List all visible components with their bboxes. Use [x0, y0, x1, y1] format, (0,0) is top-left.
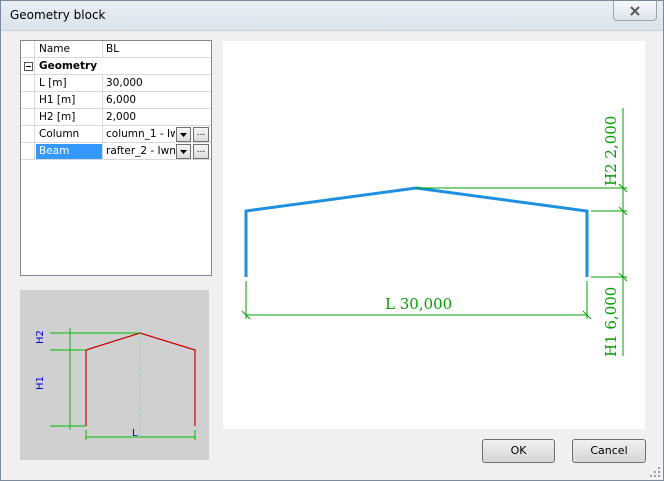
window-title: Geometry block: [10, 8, 106, 22]
prop-row-l[interactable]: L [m] 30,000: [21, 75, 211, 92]
prop-label-l: L [m]: [36, 75, 103, 91]
frame-drawing: L 30,000 H2 2,000 H1 6,000: [241, 108, 628, 357]
close-icon: [630, 5, 640, 16]
row-gutter: [21, 109, 35, 126]
chevron-down-icon: [180, 132, 187, 137]
prop-value-h2[interactable]: 2,000: [103, 109, 211, 125]
cancel-button[interactable]: Cancel: [572, 439, 646, 463]
dimension-label-l: L 30,000: [385, 295, 452, 313]
geometry-block-dialog: Geometry block Name BL Geometry L [m] 30…: [0, 0, 664, 481]
column-browse-button[interactable]: ...: [193, 127, 209, 142]
prop-value-beam[interactable]: rafter_2 - Iwn (: [103, 143, 175, 159]
prop-label-h1: H1 [m]: [36, 92, 103, 108]
preview-label-h1: H1: [35, 376, 46, 390]
row-gutter: [21, 126, 35, 143]
preview-label-h2: H2: [35, 330, 46, 344]
prop-value-name[interactable]: BL: [103, 41, 211, 57]
prop-row-column[interactable]: Column column_1 - Iwr ...: [21, 126, 211, 143]
prop-value-column[interactable]: column_1 - Iwr: [103, 126, 175, 142]
preview-diagram: H2 H1 L: [35, 328, 196, 440]
prop-value-l[interactable]: 30,000: [103, 75, 211, 91]
title-bar: Geometry block: [1, 1, 663, 31]
column-dropdown-button[interactable]: [176, 127, 191, 142]
prop-label-beam: Beam: [36, 143, 103, 159]
property-grid: Name BL Geometry L [m] 30,000 H1 [m] 6,0…: [20, 40, 212, 276]
geometry-preview: H2 H1 L: [20, 290, 209, 460]
dimension-label-h2: H2 2,000: [602, 116, 620, 186]
prop-category-geometry: Geometry: [39, 60, 98, 72]
resize-grip-icon[interactable]: [649, 466, 661, 478]
prop-row-beam[interactable]: Beam rafter_2 - Iwn ( ...: [21, 143, 211, 160]
beam-dropdown-button[interactable]: [176, 144, 191, 159]
beam-browse-button[interactable]: ...: [193, 144, 209, 159]
prop-row-h2[interactable]: H2 [m] 2,000: [21, 109, 211, 126]
row-gutter: [21, 41, 35, 58]
dimension-lines: [241, 108, 628, 356]
prop-row-h1[interactable]: H1 [m] 6,000: [21, 92, 211, 109]
chevron-down-icon: [180, 149, 187, 154]
row-gutter: [21, 92, 35, 109]
prop-value-h1[interactable]: 6,000: [103, 92, 211, 108]
prop-row-name[interactable]: Name BL: [21, 41, 211, 58]
prop-label-column: Column: [36, 126, 103, 142]
preview-dimensions: [50, 328, 196, 440]
collapse-icon[interactable]: [24, 62, 33, 71]
row-gutter: [21, 58, 35, 75]
row-gutter: [21, 143, 35, 160]
portal-frame: [244, 186, 589, 277]
dimension-label-h1: H1 6,000: [602, 287, 620, 357]
prop-label-name: Name: [36, 41, 103, 57]
drawing-canvas[interactable]: L 30,000 H2 2,000 H1 6,000: [223, 41, 645, 429]
ok-button[interactable]: OK: [482, 439, 555, 463]
prop-label-h2: H2 [m]: [36, 109, 103, 125]
preview-label-l: L: [132, 428, 138, 439]
close-button[interactable]: [613, 1, 657, 21]
prop-row-geometry[interactable]: Geometry: [21, 58, 211, 75]
row-gutter: [21, 75, 35, 92]
